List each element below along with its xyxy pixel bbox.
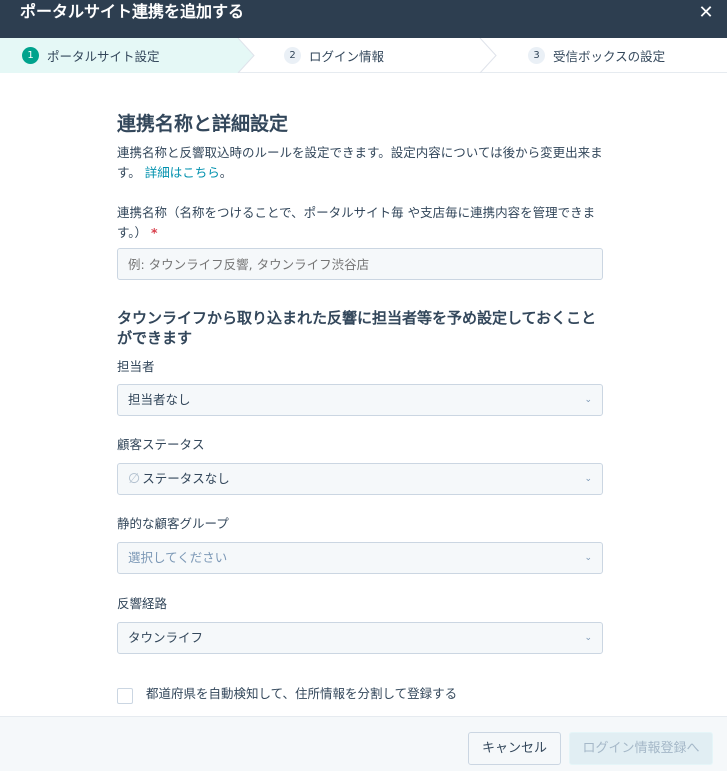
status-label: 顧客ステータス (117, 437, 205, 452)
step-number: 1 (22, 47, 39, 64)
close-icon[interactable]: ✕ (693, 2, 719, 26)
modal-footer: キャンセル ログイン情報登録へ (0, 716, 727, 771)
step-1[interactable]: 1 ポータルサイト設定 (22, 38, 160, 73)
name-input[interactable] (117, 248, 603, 280)
auto-detect-checkbox[interactable] (117, 688, 133, 704)
defaults-section-title: タウンライフから取り込まれた反響に担当者等を予め設定しておくことができます (117, 309, 597, 347)
step-number: 2 (284, 47, 301, 64)
auto-detect-row: 都道府県を自動検知して、住所情報を分割して登録する (117, 681, 457, 704)
chevron-down-icon: ⌄ (584, 553, 592, 563)
status-value: ステータスなし (142, 471, 230, 486)
section-title: 連携名称と詳細設定 (117, 113, 289, 135)
modal-title: ポータルサイト連携を追加する (20, 2, 245, 21)
owner-select[interactable]: 担当者なし ⌄ (117, 384, 603, 416)
route-label: 反響経路 (117, 596, 168, 611)
group-select[interactable]: 選択してください ⌄ (117, 542, 603, 574)
details-link[interactable]: 詳細はこちら (145, 165, 220, 180)
auto-detect-label: 都道府県を自動検知して、住所情報を分割して登録する (146, 686, 458, 701)
owner-label: 担当者 (117, 359, 155, 374)
owner-value: 担当者なし (128, 392, 191, 407)
step-label: ポータルサイト設定 (47, 49, 160, 64)
stepper: 1 ポータルサイト設定 2 ログイン情報 3 受信ボックスの設定 (0, 38, 727, 73)
description-suffix: 。 (219, 165, 233, 180)
cancel-button[interactable]: キャンセル (468, 732, 561, 765)
chevron-down-icon: ⌄ (584, 633, 592, 643)
step-divider-2 (479, 38, 497, 73)
next-button[interactable]: ログイン情報登録へ (569, 732, 713, 765)
route-select[interactable]: タウンライフ ⌄ (117, 622, 603, 654)
group-label: 静的な顧客グループ (117, 516, 229, 531)
chevron-down-icon: ⌄ (584, 395, 592, 405)
section-description: 連携名称と反響取込時のルールを設定できます。設定内容については後から変更出来ます… (117, 143, 603, 183)
step-2[interactable]: 2 ログイン情報 (284, 38, 384, 73)
no-entry-icon: ∅ (128, 471, 141, 487)
route-value: タウンライフ (128, 630, 204, 645)
name-field-label: 連携名称（名称をつけることで、ポータルサイト毎 や支店毎に連携内容を管理できます… (117, 203, 603, 243)
status-select[interactable]: ∅ ステータスなし ⌄ (117, 463, 603, 495)
group-value: 選択してください (128, 550, 228, 565)
step-label: ログイン情報 (309, 49, 385, 64)
required-mark: * (151, 225, 158, 240)
chevron-down-icon: ⌄ (584, 474, 592, 484)
step-label: 受信ボックスの設定 (553, 49, 666, 64)
modal-header: ポータルサイト連携を追加する ✕ (0, 0, 727, 38)
step-number: 3 (528, 47, 545, 64)
name-label-text: 連携名称（名称をつけることで、ポータルサイト毎 や支店毎に連携内容を管理できます… (117, 205, 596, 240)
step-3[interactable]: 3 受信ボックスの設定 (528, 38, 665, 73)
